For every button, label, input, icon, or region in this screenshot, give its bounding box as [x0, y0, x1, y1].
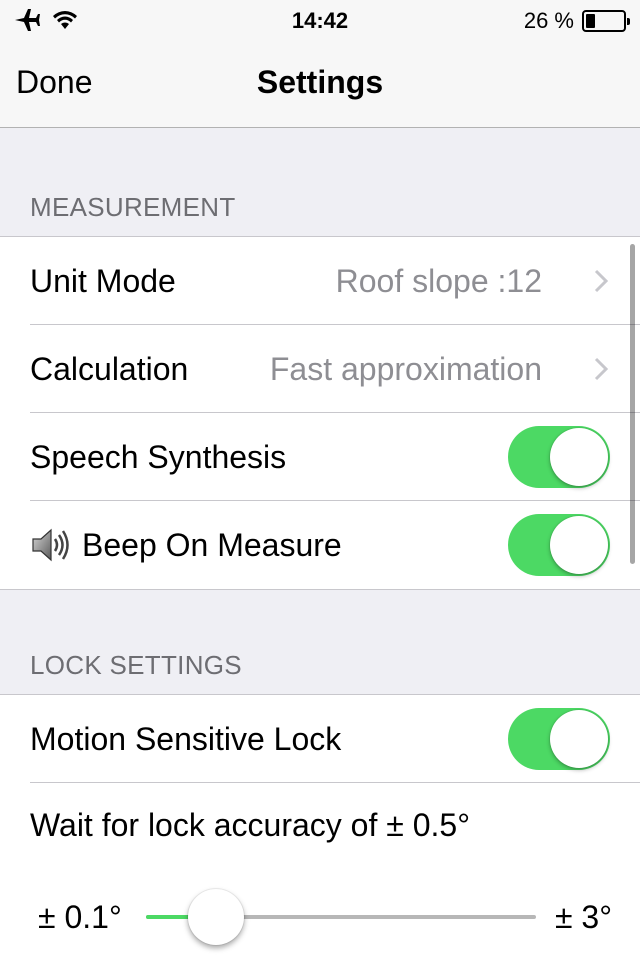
chevron-right-icon [590, 265, 612, 297]
lock-accuracy-slider[interactable] [146, 889, 536, 945]
speech-synthesis-switch[interactable] [508, 426, 610, 488]
beep-on-measure-switch[interactable] [508, 514, 610, 576]
switch-knob [550, 428, 608, 486]
status-right: 26 % [523, 8, 630, 34]
switch-knob [550, 710, 608, 768]
unit-mode-value: Roof slope :12 [335, 262, 542, 299]
scroll-indicator[interactable] [630, 244, 635, 564]
unit-mode-label: Unit Mode [30, 262, 176, 299]
switch-knob [550, 516, 608, 574]
motion-sensitive-lock-switch[interactable] [508, 708, 610, 770]
speaker-icon [30, 526, 70, 564]
unit-mode-row[interactable]: Unit Mode Roof slope :12 [0, 237, 640, 325]
speech-synthesis-label: Speech Synthesis [30, 438, 287, 475]
measurement-group: Unit Mode Roof slope :12 Calculation Fas… [0, 236, 640, 590]
status-bar: 14:42 26 % [0, 0, 640, 40]
battery-level [586, 14, 595, 28]
motion-sensitive-lock-row: Motion Sensitive Lock [0, 695, 640, 783]
calculation-value: Fast approximation [269, 350, 542, 387]
section-header-lock-settings: LOCK SETTINGS [30, 650, 242, 680]
lock-accuracy-label: Wait for lock accuracy of ± 0.5° [30, 806, 470, 843]
lock-accuracy-slider-row: ± 0.1° ± 3° [0, 867, 640, 960]
nav-bar: Done Settings [0, 40, 640, 128]
lock-group: Motion Sensitive Lock Wait for lock accu… [0, 694, 640, 960]
page-title: Settings [256, 64, 384, 100]
battery-icon [582, 10, 630, 32]
lock-accuracy-row: Wait for lock accuracy of ± 0.5° [0, 783, 640, 867]
slider-thumb[interactable] [188, 889, 244, 945]
beep-on-measure-label: Beep On Measure [82, 526, 342, 563]
speech-synthesis-row: Speech Synthesis [0, 413, 640, 501]
chevron-right-icon [590, 353, 612, 385]
battery-percent: 26 % [523, 8, 574, 33]
calculation-label: Calculation [30, 350, 189, 387]
beep-on-measure-row: Beep On Measure [0, 501, 640, 589]
motion-sensitive-lock-label: Motion Sensitive Lock [30, 720, 342, 757]
slider-min-label: ± 0.1° [38, 898, 122, 935]
calculation-row[interactable]: Calculation Fast approximation [0, 325, 640, 413]
section-header-measurement: MEASUREMENT [30, 192, 236, 222]
slider-max-label: ± 3° [554, 898, 612, 935]
